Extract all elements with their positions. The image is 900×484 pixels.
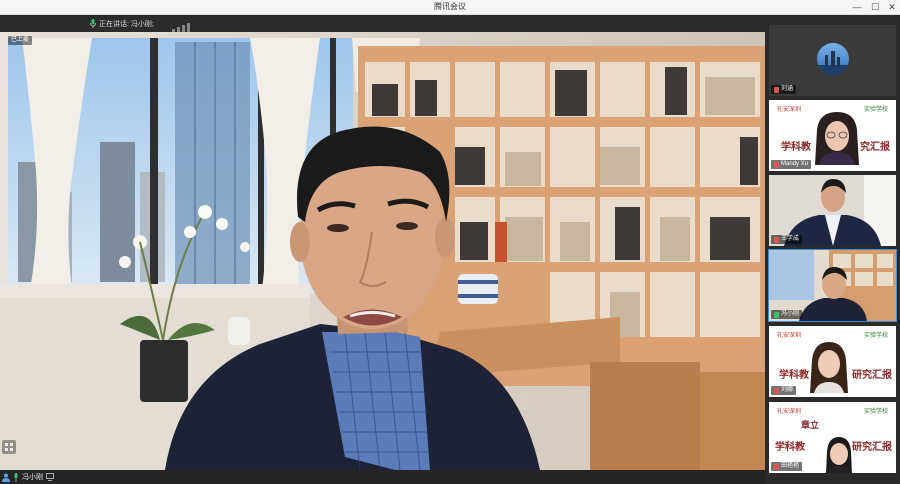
grid-icon <box>5 443 13 451</box>
slide-text: 实验学校 <box>863 409 888 415</box>
participant-name: 刘娜 <box>781 387 794 393</box>
participant-tile-active[interactable]: 冯小刚 <box>768 249 897 322</box>
mic-muted-icon <box>774 161 779 168</box>
speaking-text: 正在讲话: 冯小刚; <box>99 20 154 28</box>
participant-namebar: 王学成 <box>771 235 803 244</box>
signal-icon <box>172 19 192 32</box>
participant-name: 冯小刚 <box>781 311 800 317</box>
main-video[interactable]: 已上麦 <box>0 32 765 470</box>
mic-muted-icon <box>774 463 779 470</box>
mic-muted-icon <box>774 86 779 93</box>
participant-tile[interactable]: 礼安深圳 实验学校 章立 学科教 研究汇报 田艳艳 <box>769 402 896 473</box>
local-label: 已上麦 <box>11 37 30 43</box>
participant-video <box>826 437 852 473</box>
slide-text: 学科教 <box>775 442 805 453</box>
participant-namebar: Mandy Xu <box>771 160 812 169</box>
participant-tile[interactable]: 刘涵 <box>769 25 896 96</box>
participant-tile[interactable]: 礼安深圳 实验学校 学科教 究汇报 Mandy Xu <box>769 100 896 171</box>
slide-text: 礼安深圳 <box>777 107 802 113</box>
slide-text: 礼安深圳 <box>777 409 802 415</box>
participant-namebar: 田艳艳 <box>771 462 803 471</box>
window-title: 腾讯会议 <box>434 2 466 11</box>
slide-text: 实验学校 <box>863 333 888 339</box>
slide-text: 礼安深圳 <box>777 333 802 339</box>
participant-tile[interactable]: 王学成 <box>769 175 896 246</box>
participant-video <box>810 342 848 393</box>
mic-muted-icon <box>774 387 779 394</box>
minimize-button[interactable]: — <box>848 0 866 14</box>
slide-text: 实验学校 <box>863 107 888 113</box>
participant-video <box>815 112 859 165</box>
participant-tile[interactable]: 礼安深圳 实验学校 学科教 研究汇报 刘娜 <box>769 326 896 397</box>
close-button[interactable]: ✕ <box>883 0 900 14</box>
participant-name: 田艳艳 <box>781 463 800 469</box>
participant-namebar: 刘娜 <box>771 386 797 395</box>
main-video-namebar: 冯小刚 <box>0 470 767 484</box>
mic-icon <box>14 472 18 482</box>
mic-icon <box>90 19 96 28</box>
participant-name: 刘涵 <box>781 86 794 92</box>
participant-namebar: 刘涵 <box>771 85 797 94</box>
participant-gallery: 刘涵 礼安深圳 实验学校 学科教 究汇报 Mandy Xu 王学成 冯小刚 礼安… <box>765 15 900 484</box>
speaking-strip: 正在讲话: 冯小刚; <box>0 15 765 32</box>
slide-text: 研究汇报 <box>852 370 892 381</box>
main-video-frame <box>0 32 765 470</box>
user-icon <box>2 473 10 482</box>
panel-toggle-handle[interactable] <box>2 440 16 454</box>
participant-name: 王学成 <box>781 236 800 242</box>
mic-muted-icon <box>774 236 779 243</box>
speaker-name: 冯小刚 <box>22 474 43 481</box>
participant-namebar: 冯小刚 <box>771 310 803 319</box>
mic-icon <box>774 311 779 318</box>
speaking-indicator: 正在讲话: 冯小刚; <box>90 18 154 29</box>
maximize-button[interactable]: ☐ <box>866 0 884 14</box>
avatar <box>817 43 849 75</box>
local-camera-badge: 已上麦 <box>8 36 33 45</box>
participant-name: Mandy Xu <box>781 161 809 167</box>
screen-share-icon <box>46 473 54 481</box>
title-bar: 腾讯会议 — ☐ ✕ <box>0 0 900 15</box>
slide-text: 章立 <box>801 420 820 430</box>
